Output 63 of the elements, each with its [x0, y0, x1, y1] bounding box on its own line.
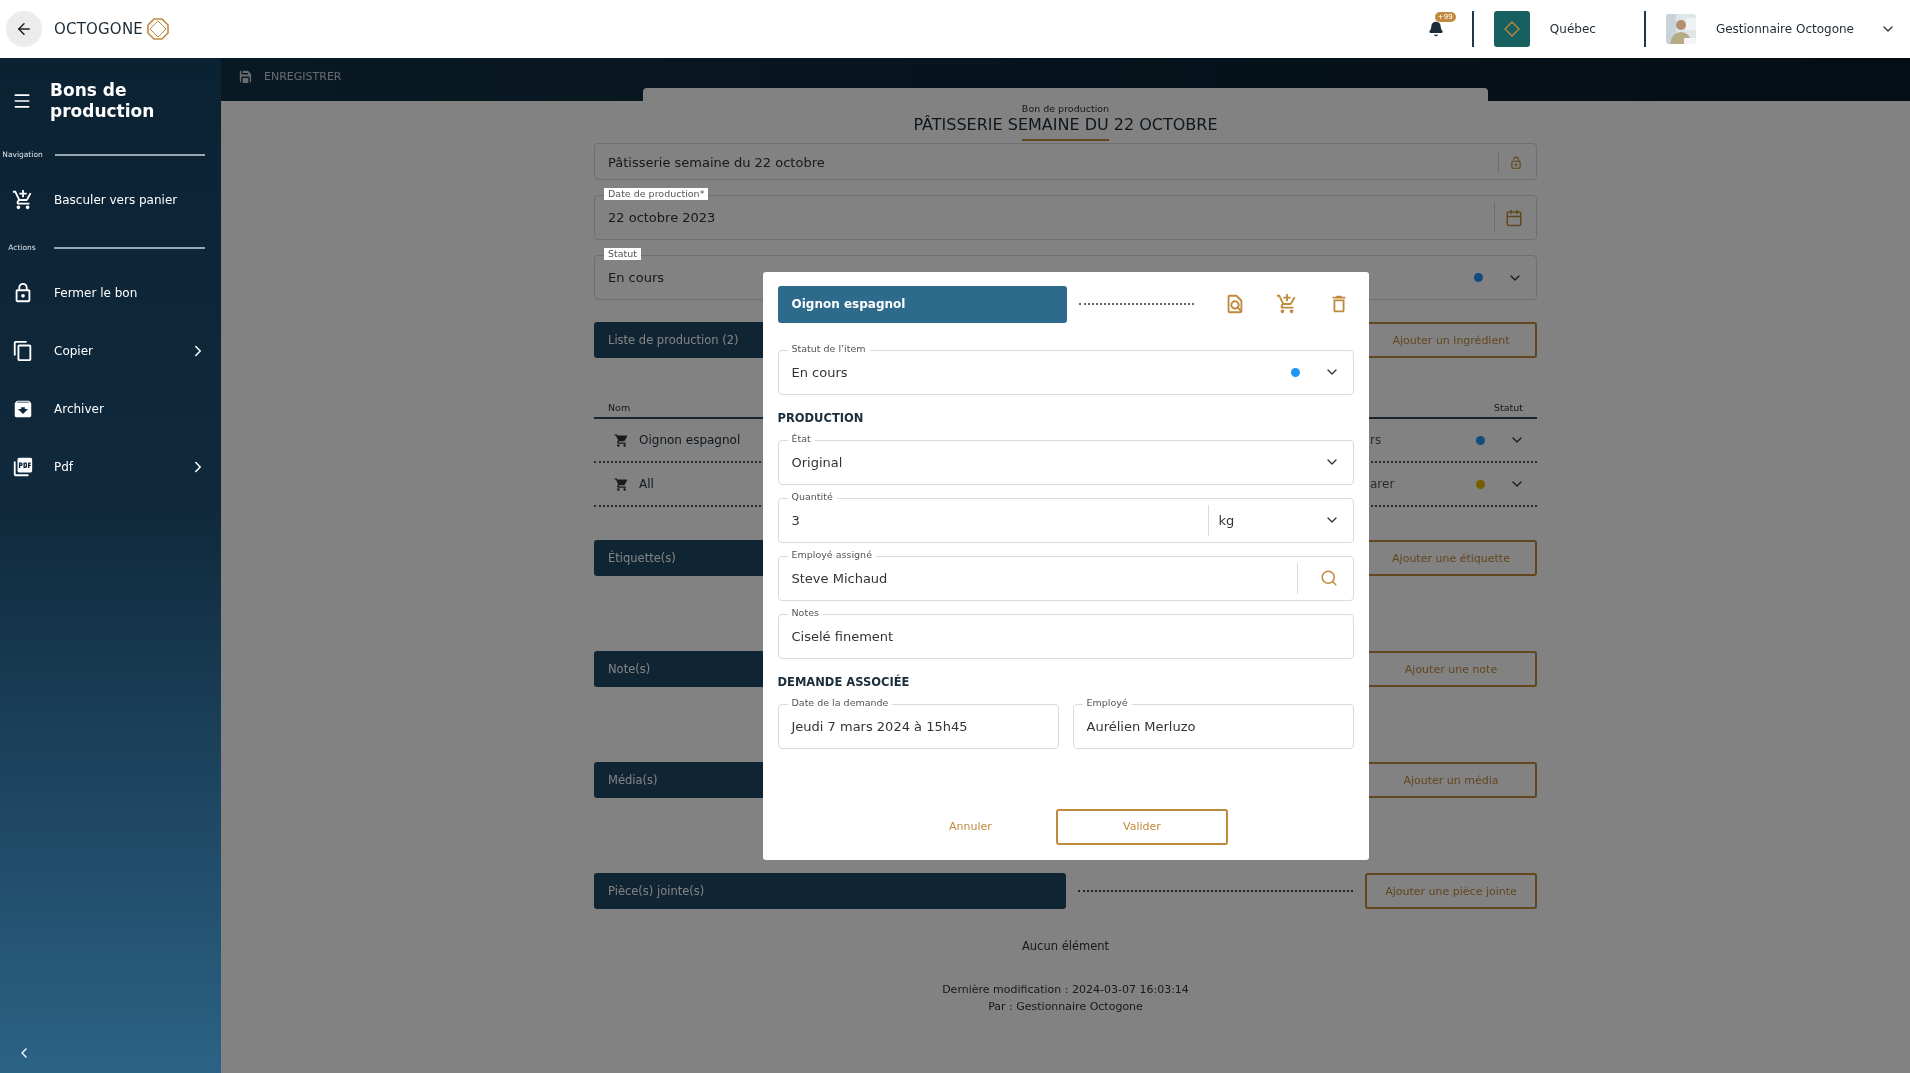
- back-button[interactable]: [6, 11, 42, 47]
- field-label: Notes: [787, 606, 823, 619]
- field-value: 3: [791, 512, 801, 528]
- cart-icon: [614, 432, 629, 448]
- request-employee-field[interactable]: Employé Aurélien Merluzo: [1072, 696, 1354, 749]
- sidebar-item[interactable]: Basculer vers panier: [0, 171, 221, 229]
- field-value: En cours: [608, 270, 666, 285]
- pdf-icon: [12, 456, 34, 478]
- date-field[interactable]: Date de production* 22 octobre 2023: [594, 188, 1537, 240]
- empty-message: Aucun élément: [1020, 939, 1111, 953]
- field-value: Ciselé finement: [791, 628, 895, 644]
- sidebar-title: Bons de production: [50, 80, 156, 122]
- field-label: Statut de l’item: [787, 342, 870, 355]
- sidebar-item[interactable]: Pdf: [0, 438, 221, 496]
- field-value: En cours: [791, 364, 849, 380]
- field-value: Jeudi 7 mars 2024 à 15h45: [791, 718, 969, 734]
- field-label: Employé assigné: [787, 548, 876, 561]
- archive-icon: [12, 398, 34, 420]
- request-date-field[interactable]: Date de la demande Jeudi 7 mars 2024 à 15h45: [777, 696, 1059, 749]
- status-text: arer: [1370, 477, 1396, 491]
- item-title: Oignon espagnol: [777, 285, 1067, 323]
- status-text: rs: [1370, 433, 1383, 447]
- section-bar: Pièce(s) jointe(s): [594, 873, 1066, 909]
- header-title: PÂTISSERIE SEMAINE DU 22 OCTOBRE: [912, 115, 1219, 134]
- modified-date: Dernière modification : 2024-03-07 16:03:14: [941, 982, 1190, 998]
- sidebar-item[interactable]: Fermer le bon: [0, 264, 221, 322]
- column-header: Nom: [608, 402, 631, 413]
- logo-text: OCTOGONE: [54, 20, 143, 38]
- unit-select[interactable]: kg: [1218, 512, 1314, 528]
- state-select[interactable]: État Original: [777, 432, 1354, 485]
- location-logo[interactable]: [1493, 11, 1530, 47]
- field-label: Statut: [604, 248, 642, 260]
- field-value: 22 octobre 2023: [608, 210, 717, 225]
- item-name: Oignon espagnol: [639, 433, 741, 447]
- field-value: Pâtisserie semaine du 22 octobre: [608, 155, 826, 170]
- location-name[interactable]: Québec: [1549, 22, 1596, 36]
- quantity-field[interactable]: Quantité 3 kg: [777, 490, 1354, 543]
- field-label: Date de la demande: [787, 696, 893, 709]
- sidebar-item[interactable]: Copier: [0, 322, 221, 380]
- field-value: Aurélien Merluzo: [1086, 718, 1197, 734]
- section-heading: PRODUCTION: [777, 410, 865, 425]
- item-name: All: [639, 477, 654, 491]
- field-label: Date de production*: [604, 188, 709, 200]
- section-heading: DEMANDE ASSOCIÉE: [777, 674, 911, 689]
- logo-icon: [147, 18, 169, 40]
- bell-icon[interactable]: [1427, 21, 1444, 37]
- header-subtitle: Bon de production: [1020, 103, 1111, 114]
- field-label: État: [787, 432, 815, 445]
- search-icon[interactable]: [1319, 569, 1338, 587]
- menu-icon[interactable]: [12, 91, 32, 111]
- modified-by: Par : Gestionnaire Octogone: [987, 999, 1144, 1015]
- copy-icon: [12, 340, 34, 362]
- sidebar-item[interactable]: Archiver: [0, 380, 221, 438]
- save-icon: [237, 68, 254, 85]
- cart-plus-icon[interactable]: [1275, 293, 1298, 315]
- column-header: Statut: [1493, 402, 1523, 413]
- cart-icon: [614, 476, 629, 492]
- text-field[interactable]: Pâtisserie semaine du 22 octobre: [594, 145, 1537, 180]
- field-value: Original: [791, 454, 844, 470]
- user-name[interactable]: Gestionnaire Octogone: [1715, 22, 1854, 36]
- field-label: Quantité: [787, 490, 837, 503]
- cart-plus-icon: [12, 189, 34, 211]
- field-label: Employé: [1082, 696, 1132, 709]
